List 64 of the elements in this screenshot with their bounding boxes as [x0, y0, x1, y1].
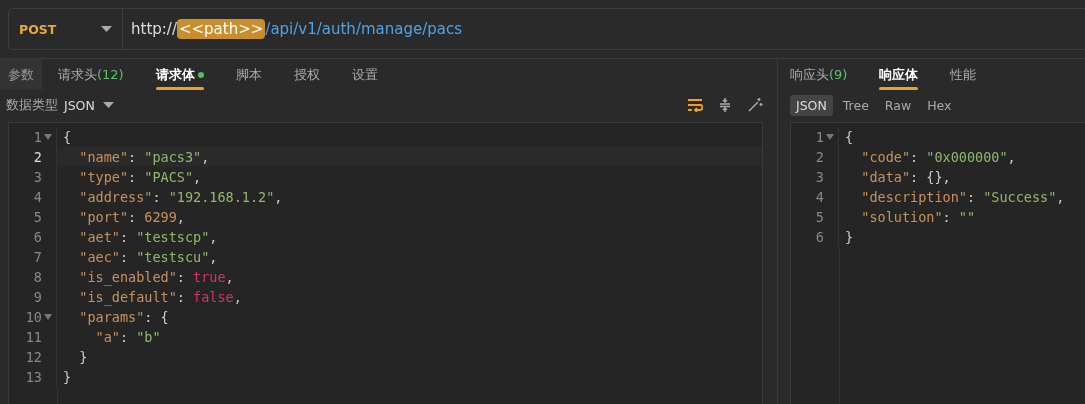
- url-field[interactable]: http://<<path>>/api/v1/auth/manage/pacs: [123, 9, 462, 49]
- line-number: 7: [33, 249, 42, 265]
- code-line: "aec": "testscu",: [78, 249, 218, 265]
- fold-caret-icon[interactable]: [44, 134, 52, 140]
- code-line: "type": "PACS",: [78, 169, 202, 185]
- body-type-dropdown[interactable]: JSON: [64, 97, 114, 113]
- code-line: "code": "0x000000",: [860, 149, 1016, 165]
- view-mode-tab[interactable]: Hex: [921, 94, 958, 116]
- tab[interactable]: 请求体: [139, 59, 220, 90]
- code-line: "data": {},: [860, 169, 951, 185]
- tab[interactable]: 参数: [0, 59, 42, 90]
- line-number: 8: [33, 269, 42, 285]
- line-number: 3: [33, 169, 42, 185]
- tab[interactable]: 性能: [934, 59, 993, 90]
- tab[interactable]: 授权: [277, 59, 336, 90]
- line-number: 4: [33, 189, 42, 205]
- magic-wand-icon[interactable]: [747, 97, 763, 113]
- caret-icon: [102, 102, 114, 108]
- code-line: "params": {: [78, 309, 169, 325]
- line-number: 12: [25, 349, 42, 365]
- line-number: 5: [33, 209, 42, 225]
- body-type-label: 数据类型: [6, 96, 58, 114]
- line-number: 5: [815, 209, 824, 225]
- line-number: 9: [33, 289, 42, 305]
- code-line: "a": "b": [94, 329, 161, 345]
- line-number: 6: [815, 229, 824, 245]
- line-number: 10: [25, 309, 42, 325]
- code-line: {: [844, 129, 854, 145]
- collapse-icon[interactable]: [719, 97, 731, 113]
- line-number: 1: [33, 129, 42, 145]
- view-mode-tab[interactable]: Raw: [878, 94, 918, 116]
- code-line: "is_enabled": true,: [78, 269, 234, 285]
- tab[interactable]: 请求头(12): [42, 59, 140, 90]
- code-line: "port": 6299,: [78, 209, 185, 225]
- code-line: }: [62, 369, 72, 385]
- code-line: }: [844, 229, 854, 245]
- caret-icon: [101, 26, 112, 32]
- line-number: 2: [815, 149, 824, 165]
- line-number: 3: [815, 169, 824, 185]
- code-line: "is_default": false,: [78, 289, 242, 305]
- code-line: "solution": "": [860, 209, 976, 225]
- code-line: "address": "192.168.1.2",: [78, 189, 283, 205]
- code-line: "description": "Success",: [860, 189, 1065, 205]
- fold-caret-icon[interactable]: [826, 134, 834, 140]
- line-number: 11: [25, 329, 42, 345]
- method-dropdown[interactable]: POST: [9, 9, 123, 49]
- code-line: "aet": "testscp",: [78, 229, 218, 245]
- line-number: 2: [33, 149, 42, 165]
- line-number: 13: [25, 369, 42, 385]
- line-number: 6: [33, 229, 42, 245]
- code-line: }: [78, 349, 88, 365]
- tab[interactable]: 脚本: [219, 59, 278, 90]
- line-number: 1: [815, 129, 824, 145]
- view-mode-tab[interactable]: Tree: [836, 94, 875, 116]
- tab[interactable]: 响应头(9): [790, 59, 864, 90]
- view-mode-tab[interactable]: JSON: [790, 94, 833, 116]
- code-line: {: [62, 129, 72, 145]
- code-line: "name": "pacs3",: [78, 149, 210, 165]
- wrap-icon[interactable]: [687, 98, 703, 112]
- tab[interactable]: 响应体: [863, 59, 935, 90]
- tab[interactable]: 设置: [335, 59, 394, 90]
- code-editor[interactable]: 1 { 2 "code": "0x000000", 3 "data": {}, 4 "description": "Success", 5 "solution": "" 6 }: [790, 122, 1085, 404]
- line-number: 4: [815, 189, 824, 205]
- fold-caret-icon[interactable]: [44, 314, 52, 320]
